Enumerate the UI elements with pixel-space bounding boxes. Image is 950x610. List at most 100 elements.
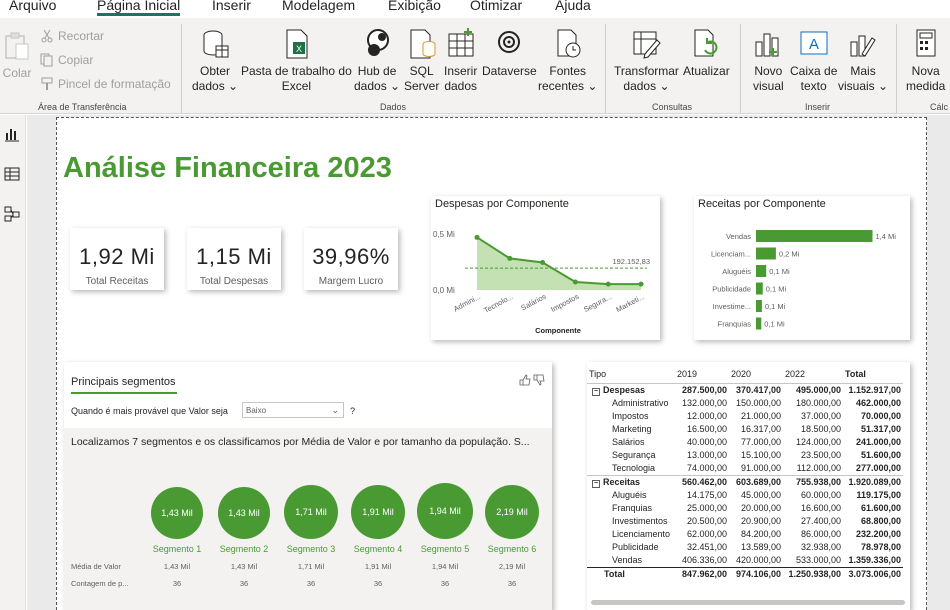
average-line-label: 192.152,83 — [612, 257, 650, 266]
data-point[interactable] — [605, 281, 611, 287]
kpi-card-receitas[interactable]: 1,92 Mi Total Receitas — [70, 228, 164, 290]
tab-arquivo[interactable]: Arquivo — [9, 0, 56, 12]
matrix-row[interactable]: Tecnologia 74.000,00 91.000,00 112.000,00 27… — [587, 462, 903, 476]
matrix-column-header[interactable]: 2022 — [783, 366, 843, 383]
matrix-row[interactable]: Investimentos 20.500,00 20.900,00 27.400,00… — [587, 515, 903, 528]
recent-sources-button[interactable]: Fontes recentes ⌄ — [538, 28, 597, 94]
collapse-icon[interactable]: − — [592, 479, 600, 488]
report-page[interactable]: Análise Financeira 2023 1,92 Mi Total Re… — [56, 117, 927, 610]
y-category-label: Aluguéis — [722, 267, 751, 276]
matrix-row-label-text: Vendas — [612, 554, 643, 565]
excel-label-2: Excel — [281, 79, 312, 93]
tab-exibicao[interactable]: Exibição — [388, 0, 441, 12]
segment-name[interactable]: Segmento 3 — [278, 544, 344, 554]
transform-data-button[interactable]: Transformar dados ⌄ — [614, 28, 679, 94]
segment-bubble[interactable]: 1,94 Mil — [417, 483, 473, 539]
matrix-group-row[interactable]: − Despesas 287.500,00 370.417,00 495.000,00 1… — [587, 382, 903, 397]
segments-tab-title[interactable]: Principais segmentos — [71, 376, 176, 388]
despesas-chart-card[interactable]: Despesas por Componente 0,5 Mi 0,0 Mi 192.… — [431, 196, 660, 340]
more-visuals-button[interactable]: Mais visuais ⌄ — [838, 28, 888, 94]
bar[interactable] — [756, 265, 767, 277]
get-data-label-2: dados ⌄ — [192, 79, 239, 93]
data-point[interactable] — [638, 281, 644, 287]
thumbs-down-icon[interactable] — [533, 374, 545, 386]
bar[interactable] — [756, 317, 762, 330]
kpi-label: Total Receitas — [85, 276, 149, 287]
matrix-row[interactable]: Aluguéis 14.175,00 45.000,00 60.000,00 119.1… — [587, 489, 903, 502]
paste-button[interactable]: Colar — [2, 30, 32, 81]
excel-workbook-button[interactable]: X Pasta de trabalho do Excel — [241, 28, 352, 94]
segment-name[interactable]: Segmento 5 — [412, 544, 478, 554]
segment-bubble[interactable]: 2,19 Mil — [485, 485, 539, 539]
matrix-row[interactable]: Vendas 406.336,00 420.000,00 533.000,00 1.35… — [587, 554, 903, 568]
tab-modelagem[interactable]: Modelagem — [282, 0, 355, 12]
matrix-group-row[interactable]: − Receitas 560.462,00 603.689,00 755.938,00 1… — [587, 474, 903, 489]
segment-bubble[interactable]: 1,91 Mil — [351, 485, 405, 539]
matrix-row[interactable]: Marketing 16.500,00 16.317,00 18.500,00 51.3… — [587, 423, 903, 436]
bar[interactable] — [756, 247, 776, 260]
data-point[interactable] — [507, 255, 513, 261]
ribbon-separator — [896, 24, 897, 114]
data-point[interactable] — [474, 234, 480, 240]
data-hub-button[interactable]: Hub de dados ⌄ — [354, 28, 400, 94]
matrix-cell: 150.000,00 — [735, 397, 781, 408]
tab-otimizar[interactable]: Otimizar — [470, 0, 522, 12]
new-visual-button[interactable]: Novo visual — [753, 28, 784, 94]
segment-name[interactable]: Segmento 1 — [144, 544, 210, 554]
data-point[interactable] — [572, 279, 578, 285]
ribbon-separator — [605, 24, 606, 114]
report-view-icon[interactable] — [3, 125, 21, 143]
new-measure-button[interactable]: Nova medida — [906, 28, 945, 94]
bar[interactable] — [756, 230, 873, 242]
key-influencers-segments[interactable]: Principais segmentos Quando é mais prová… — [64, 362, 552, 610]
horizontal-scrollbar[interactable] — [591, 600, 905, 605]
matrix-row-label-text: Total — [604, 568, 625, 579]
sql-label-1: SQL — [409, 64, 434, 78]
matrix-row[interactable]: Salários 40.000,00 77.000,00 124.000,00 241.… — [587, 436, 903, 449]
transform-label-2-text: dados — [623, 79, 657, 93]
segment-bubble[interactable]: 1,43 Mil — [218, 487, 270, 539]
matrix-column-header[interactable]: Tipo — [587, 366, 675, 383]
bar[interactable] — [756, 300, 762, 312]
matrix-row[interactable]: Publicidade 32.451,00 13.589,00 32.938,00 78… — [587, 541, 903, 554]
receitas-chart-card[interactable]: Receitas por Componente Vendas 1,4 Mi Lice… — [694, 196, 910, 340]
despesas-area-chart[interactable]: 0,5 Mi 0,0 Mi 192.152,83 Admini... Tecnolo..… — [431, 196, 660, 340]
segment-name[interactable]: Segmento 4 — [345, 544, 411, 554]
tab-inserir[interactable]: Inserir — [212, 0, 251, 12]
copy-button[interactable]: Copiar — [40, 53, 93, 67]
model-view-icon[interactable] — [3, 205, 21, 223]
matrix-visual[interactable]: Tipo 2019 2020 2022 Total − Despesas 287.500,00… — [587, 362, 910, 610]
tab-ajuda[interactable]: Ajuda — [555, 0, 591, 12]
matrix-total-row[interactable]: Total 847.962,00 974.106,00 1.250.938,00 3.0… — [587, 566, 903, 581]
format-painter-button[interactable]: Pincel de formatação — [40, 77, 171, 91]
matrix-row[interactable]: Impostos 12.000,00 21.000,00 37.000,00 70.00… — [587, 410, 903, 423]
collapse-icon[interactable]: − — [592, 387, 600, 396]
segment-bubble[interactable]: 1,71 Mil — [284, 485, 338, 539]
data-point[interactable] — [540, 260, 546, 266]
tab-pagina-inicial[interactable]: Página Inicial — [97, 0, 181, 16]
kpi-card-despesas[interactable]: 1,15 Mi Total Despesas — [187, 228, 281, 290]
matrix-column-header[interactable]: 2020 — [729, 366, 783, 383]
matrix-column-header[interactable]: 2019 — [675, 366, 729, 383]
matrix-row[interactable]: Administrativo 132.000,00 150.000,00 180.00… — [587, 397, 903, 410]
refresh-button[interactable]: Atualizar — [683, 28, 730, 79]
text-box-button[interactable]: A Caixa de texto — [790, 28, 837, 94]
enter-data-button[interactable]: Inserir dados — [444, 28, 477, 94]
matrix-column-header[interactable]: Total — [843, 366, 903, 383]
segment-name[interactable]: Segmento 2 — [211, 544, 277, 554]
kpi-card-margem[interactable]: 39,96% Margem Lucro — [304, 228, 398, 290]
matrix-row[interactable]: Segurança 13.000,00 15.100,00 23.500,00 51.6… — [587, 449, 903, 462]
table-view-icon[interactable] — [3, 165, 21, 183]
segment-bubble[interactable]: 1,43 Mil — [151, 487, 203, 539]
segment-name[interactable]: Segmento 6 — [479, 544, 545, 554]
bar[interactable] — [756, 282, 763, 295]
value-dropdown[interactable]: Baixo ⌄ — [242, 402, 344, 418]
sql-server-button[interactable]: SQL Server — [404, 28, 439, 94]
get-data-button[interactable]: Obter dados ⌄ — [192, 28, 238, 94]
matrix-row[interactable]: Franquias 25.000,00 20.000,00 16.600,00 61.6… — [587, 502, 903, 515]
receitas-bar-chart[interactable]: Vendas 1,4 Mi Licenciam... 0,2 Mi Aluguéis 0,… — [694, 196, 910, 340]
thumbs-up-icon[interactable] — [519, 374, 531, 386]
cut-button[interactable]: Recortar — [40, 29, 104, 43]
dataverse-button[interactable]: Dataverse — [482, 28, 537, 79]
matrix-row[interactable]: Licenciamento 62.000,00 84.200,00 86.000,00… — [587, 528, 903, 541]
